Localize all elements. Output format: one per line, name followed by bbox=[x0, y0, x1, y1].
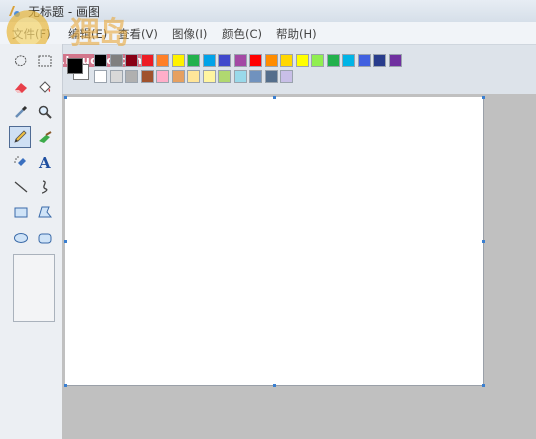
color-swatch[interactable] bbox=[109, 70, 123, 83]
rounded-rectangle-icon[interactable] bbox=[34, 227, 56, 249]
color-swatch[interactable] bbox=[187, 70, 200, 83]
color-swatch[interactable] bbox=[125, 70, 138, 83]
title-bar: 无标题 - 画图 bbox=[0, 0, 536, 22]
svg-text:A: A bbox=[38, 154, 51, 170]
color-swatch[interactable] bbox=[94, 54, 107, 67]
brush-icon[interactable] bbox=[34, 126, 56, 148]
color-swatch[interactable] bbox=[233, 54, 247, 67]
menu-bar: 文件(F) 编辑(E) 查看(V) 图像(I) 颜色(C) 帮助(H) bbox=[0, 22, 536, 45]
resize-handle[interactable] bbox=[273, 384, 276, 387]
color-swatch[interactable] bbox=[373, 54, 386, 67]
color-swatch[interactable] bbox=[233, 70, 247, 83]
color-swatch[interactable] bbox=[280, 54, 293, 67]
menu-edit[interactable]: 编辑(E) bbox=[68, 26, 107, 42]
eraser-icon[interactable] bbox=[10, 76, 32, 98]
free-form-select-icon[interactable] bbox=[10, 50, 32, 72]
magnifier-icon[interactable] bbox=[34, 101, 56, 123]
paint-icon bbox=[6, 3, 22, 19]
color-swatch[interactable] bbox=[295, 54, 309, 67]
rectangle-icon[interactable] bbox=[10, 201, 32, 223]
color-swatch[interactable] bbox=[94, 70, 107, 83]
color-swatch[interactable] bbox=[125, 54, 138, 67]
select-icon[interactable] bbox=[34, 50, 56, 72]
color-swatch[interactable] bbox=[187, 54, 200, 67]
fill-icon[interactable] bbox=[34, 76, 56, 98]
color-swatch[interactable] bbox=[218, 70, 231, 83]
tool-options-panel[interactable] bbox=[13, 254, 55, 322]
color-swatch[interactable] bbox=[326, 54, 340, 67]
color-swatch[interactable] bbox=[140, 54, 154, 67]
menu-colors[interactable]: 颜色(C) bbox=[222, 26, 262, 42]
ellipse-icon[interactable] bbox=[10, 227, 32, 249]
color-swatch[interactable] bbox=[388, 54, 402, 67]
color-swatch[interactable] bbox=[249, 54, 262, 67]
resize-handle[interactable] bbox=[64, 240, 67, 243]
color-swatch[interactable] bbox=[280, 70, 293, 83]
resize-handle[interactable] bbox=[482, 240, 485, 243]
menu-file[interactable]: 文件(F) bbox=[12, 26, 51, 42]
color-palette bbox=[64, 52, 402, 88]
polygon-icon[interactable] bbox=[34, 201, 56, 223]
menu-image[interactable]: 图像(I) bbox=[172, 26, 207, 42]
color-swatch[interactable] bbox=[264, 70, 278, 83]
menu-view[interactable]: 查看(V) bbox=[118, 26, 158, 42]
color-picker-icon[interactable] bbox=[10, 101, 32, 123]
resize-handle[interactable] bbox=[64, 96, 67, 99]
pencil-icon[interactable] bbox=[9, 126, 31, 148]
text-icon[interactable]: A bbox=[34, 151, 56, 173]
color-swatch[interactable] bbox=[202, 54, 216, 67]
color-swatch[interactable] bbox=[202, 70, 216, 83]
color-swatch[interactable] bbox=[156, 70, 169, 83]
drawing-canvas[interactable] bbox=[65, 97, 483, 385]
color-swatch[interactable] bbox=[357, 54, 371, 67]
resize-handle[interactable] bbox=[482, 384, 485, 387]
color-swatch[interactable] bbox=[249, 70, 262, 83]
primary-color-swatch[interactable] bbox=[67, 58, 83, 74]
line-icon[interactable] bbox=[10, 176, 32, 198]
color-swatch[interactable] bbox=[156, 54, 169, 67]
resize-handle[interactable] bbox=[64, 384, 67, 387]
color-swatch[interactable] bbox=[342, 54, 355, 67]
color-swatch[interactable] bbox=[109, 54, 123, 67]
color-swatch[interactable] bbox=[140, 70, 154, 83]
color-swatch[interactable] bbox=[311, 54, 324, 67]
toolbox: A bbox=[0, 44, 63, 439]
curve-icon[interactable] bbox=[34, 176, 56, 198]
resize-handle[interactable] bbox=[482, 96, 485, 99]
menu-help[interactable]: 帮助(H) bbox=[276, 26, 317, 42]
airbrush-icon[interactable] bbox=[10, 151, 32, 173]
workspace bbox=[62, 94, 536, 439]
color-swatch[interactable] bbox=[264, 54, 278, 67]
color-swatch[interactable] bbox=[171, 70, 185, 83]
resize-handle[interactable] bbox=[273, 96, 276, 99]
color-swatch[interactable] bbox=[218, 54, 231, 67]
window-title: 无标题 - 画图 bbox=[28, 5, 100, 19]
color-swatch[interactable] bbox=[171, 54, 185, 67]
